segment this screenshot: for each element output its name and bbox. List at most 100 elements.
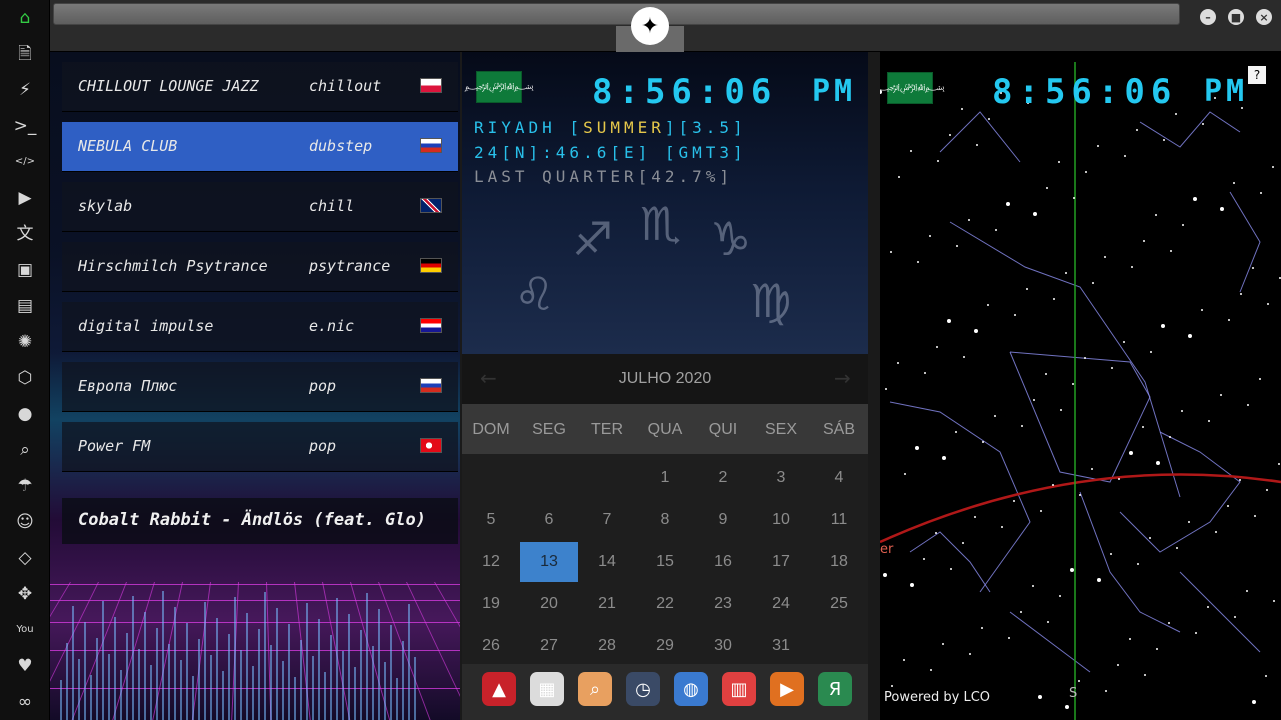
station-row[interactable]: digital impulse e.nic <box>62 302 458 352</box>
calendar-app-icon[interactable]: ▦ <box>530 672 564 706</box>
translate-icon[interactable]: 文 <box>13 222 37 246</box>
youtube-icon[interactable]: You <box>13 618 37 642</box>
clock-app-icon[interactable]: ◷ <box>626 672 660 706</box>
calendar-day[interactable]: 30 <box>694 626 752 666</box>
contact-icon[interactable]: ☺ <box>13 510 37 534</box>
equalizer-bar <box>66 643 68 720</box>
maximize-button[interactable]: ■ <box>1228 9 1244 25</box>
heart-icon[interactable]: ♥ <box>13 654 37 678</box>
app-dock: ▲ ▦ ⌕ ◷ ◍ ▥ ▶ Я <box>462 664 868 720</box>
calendar-day[interactable]: 15 <box>636 542 694 582</box>
station-row[interactable]: Hirschmilch Psytrance psytrance <box>62 242 458 292</box>
calendar-day[interactable]: 14 <box>578 542 636 582</box>
constellation-line <box>939 111 1021 163</box>
equalizer-bar <box>108 654 110 720</box>
code-icon[interactable]: </> <box>13 150 37 174</box>
search-app-icon[interactable]: ⌕ <box>578 672 612 706</box>
cloud-icon[interactable]: ∞ <box>13 690 37 714</box>
calendar-day[interactable]: 24 <box>752 584 810 624</box>
expand-icon[interactable]: ✥ <box>13 582 37 606</box>
calendar-day[interactable]: 9 <box>694 500 752 540</box>
calendar-day[interactable]: 20 <box>520 584 578 624</box>
calendar-day[interactable]: 17 <box>752 542 810 582</box>
calendar-day[interactable]: 8 <box>636 500 694 540</box>
calendar-day[interactable]: 29 <box>636 626 694 666</box>
station-row[interactable]: Европа Плюс pop <box>62 362 458 412</box>
star <box>1155 214 1157 216</box>
station-genre: psytrance <box>309 257 391 275</box>
calendar-day[interactable]: 12 <box>462 542 520 582</box>
calendar-day[interactable]: 5 <box>462 500 520 540</box>
umbrella-icon[interactable]: ☂ <box>13 474 37 498</box>
play-icon[interactable]: ▶ <box>13 186 37 210</box>
star <box>1059 595 1061 597</box>
station-row[interactable]: NEBULA CLUB dubstep <box>62 122 458 172</box>
image-icon[interactable]: ▣ <box>13 258 37 282</box>
calendar-day[interactable]: 26 <box>462 626 520 666</box>
equalizer-bar <box>294 677 296 720</box>
globe-app-icon[interactable]: ◍ <box>674 672 708 706</box>
equalizer-bar <box>282 661 284 720</box>
empire-icon[interactable]: ✺ <box>13 330 37 354</box>
calendar-day[interactable]: 25 <box>810 584 868 624</box>
play-app-icon[interactable]: ▶ <box>770 672 804 706</box>
calendar-day[interactable]: 16 <box>694 542 752 582</box>
calendar-day[interactable]: 7 <box>578 500 636 540</box>
globe-icon[interactable]: ● <box>13 402 37 426</box>
star <box>1072 383 1074 385</box>
calendar-header: ← JULHO 2020 → <box>462 354 868 404</box>
yandex-app-icon[interactable]: Я <box>818 672 852 706</box>
station-row[interactable]: CHILLOUT LOUNGE JAZZ chillout <box>62 62 458 112</box>
terminal-icon[interactable]: >_ <box>13 114 37 138</box>
equalizer-bar <box>348 614 350 720</box>
now-playing-bar[interactable]: Cobalt Rabbit - Ändlös (feat. Glo) <box>62 498 458 544</box>
equalizer-bar <box>342 651 344 720</box>
hexagon-icon[interactable]: ⬡ <box>13 366 37 390</box>
calendar-day[interactable]: 21 <box>578 584 636 624</box>
address-bar[interactable] <box>53 3 1180 25</box>
calendar-day[interactable]: 19 <box>462 584 520 624</box>
minimize-button[interactable]: – <box>1200 9 1216 25</box>
document-icon[interactable]: 🗎 <box>13 42 37 66</box>
code-block-icon[interactable]: ◇ <box>13 546 37 570</box>
calendar-day[interactable]: 31 <box>752 626 810 666</box>
calendar-day[interactable]: 2 <box>694 458 752 498</box>
next-month-button[interactable]: → <box>834 366 851 390</box>
calendar-day[interactable]: 28 <box>578 626 636 666</box>
calendar-day[interactable]: 1 <box>636 458 694 498</box>
calendar-day[interactable]: 10 <box>752 500 810 540</box>
star <box>924 372 926 374</box>
schedule-app-icon[interactable]: ▥ <box>722 672 756 706</box>
star <box>955 431 957 433</box>
station-name: CHILLOUT LOUNGE JAZZ <box>78 77 259 95</box>
star <box>1267 303 1269 305</box>
app-root: ⌂ 🗎 ⚡ >_ </> ▶ 文 ▣ ▤ ✺ ⬡ ● ⌕ ☂ ☺ ◇ ✥ You ♥ ∞ ✦ – ■ × CHILLO… <box>0 0 1281 720</box>
station-name: Hirschmilch Psytrance <box>78 257 268 275</box>
calendar-day[interactable]: 3 <box>752 458 810 498</box>
search-icon[interactable]: ⌕ <box>13 438 37 462</box>
equalizer-bar <box>120 670 122 720</box>
calendar-day[interactable]: 11 <box>810 500 868 540</box>
home-icon[interactable]: ⌂ <box>13 6 37 30</box>
archive-app-icon[interactable]: ▲ <box>482 672 516 706</box>
calendar-day[interactable]: 23 <box>694 584 752 624</box>
station-row[interactable]: skylab chill <box>62 182 458 232</box>
sky-map[interactable]: ﷽ 8:56:06 PM ? er S Powered by LCO <box>880 52 1281 720</box>
lightning-icon[interactable]: ⚡ <box>13 78 37 102</box>
star <box>929 235 931 237</box>
help-button[interactable]: ? <box>1248 66 1266 84</box>
close-button[interactable]: × <box>1256 9 1272 25</box>
rebel-alliance-logo-icon[interactable]: ✦ <box>631 7 669 45</box>
calendar-day[interactable]: 6 <box>520 500 578 540</box>
station-row[interactable]: Power FM pop <box>62 422 458 472</box>
calendar-day-today[interactable]: 13 <box>520 542 578 582</box>
star <box>1156 461 1160 465</box>
calendar-day[interactable]: 22 <box>636 584 694 624</box>
constellation-line <box>1229 191 1261 293</box>
calendar-day[interactable]: 4 <box>810 458 868 498</box>
weekday-label: QUI <box>708 421 738 438</box>
calendar-day[interactable]: 18 <box>810 542 868 582</box>
calendar-day[interactable]: 27 <box>520 626 578 666</box>
star <box>995 229 997 231</box>
news-icon[interactable]: ▤ <box>13 294 37 318</box>
